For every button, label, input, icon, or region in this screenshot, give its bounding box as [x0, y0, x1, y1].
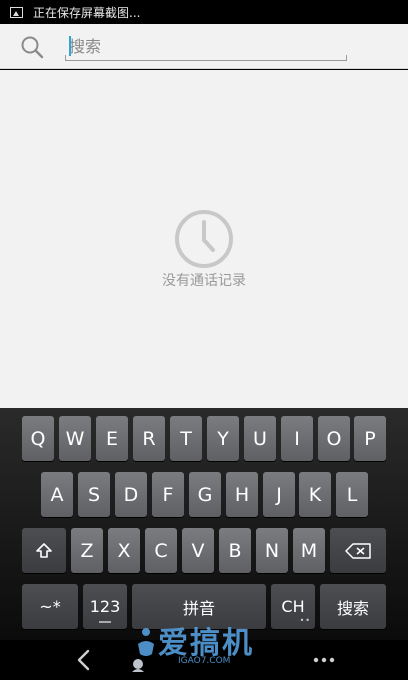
- key-p[interactable]: P: [354, 416, 386, 461]
- shift-key[interactable]: [22, 528, 66, 573]
- search-icon[interactable]: [20, 35, 44, 59]
- key-m[interactable]: M: [293, 528, 325, 573]
- more-dots-icon[interactable]: [312, 652, 336, 668]
- key-i[interactable]: I: [281, 416, 313, 461]
- status-bar: 正在保存屏幕截图...: [0, 0, 408, 24]
- key-n[interactable]: N: [256, 528, 288, 573]
- search-key[interactable]: 搜索: [320, 584, 386, 629]
- key-g[interactable]: G: [189, 472, 221, 517]
- search-field[interactable]: [65, 31, 347, 61]
- watermark-subtext: IGAO7.COM: [178, 656, 231, 666]
- clock-icon: [175, 210, 233, 268]
- key-h[interactable]: H: [226, 472, 258, 517]
- image-icon: [10, 6, 23, 18]
- shift-arrow-icon: [36, 542, 52, 558]
- key-b[interactable]: B: [219, 528, 251, 573]
- watermark-logo: 爱搞机 IGAO7.COM: [130, 618, 280, 678]
- key-r[interactable]: R: [133, 416, 165, 461]
- language-key-label: CH: [281, 597, 305, 616]
- key-s[interactable]: S: [78, 472, 110, 517]
- key-k[interactable]: K: [299, 472, 331, 517]
- text-cursor: [69, 36, 71, 56]
- numbers-key[interactable]: 123: [83, 584, 127, 629]
- search-input[interactable]: [69, 35, 339, 57]
- key-z[interactable]: Z: [71, 528, 103, 573]
- language-key-dots: ••: [299, 616, 311, 625]
- key-c[interactable]: C: [145, 528, 177, 573]
- key-t[interactable]: T: [170, 416, 202, 461]
- screen: 正在保存屏幕截图... 没有通话记录 Q W E R T Y U I O P: [0, 0, 408, 680]
- key-l[interactable]: L: [336, 472, 368, 517]
- key-q[interactable]: Q: [22, 416, 54, 461]
- key-w[interactable]: W: [59, 416, 91, 461]
- empty-call-log-text: 没有通话记录: [162, 273, 246, 289]
- call-log-content: 没有通话记录: [0, 70, 408, 408]
- key-o[interactable]: O: [318, 416, 350, 461]
- numbers-key-label: 123: [89, 597, 121, 616]
- key-v[interactable]: V: [182, 528, 214, 573]
- key-d[interactable]: D: [115, 472, 147, 517]
- key-e[interactable]: E: [96, 416, 128, 461]
- numbers-key-underline: [99, 621, 111, 623]
- key-y[interactable]: Y: [207, 416, 239, 461]
- key-j[interactable]: J: [263, 472, 295, 517]
- key-u[interactable]: U: [244, 416, 276, 461]
- watermark-figure-icon: [132, 628, 154, 672]
- soft-keyboard: Q W E R T Y U I O P A S D F G H J K L Z …: [0, 408, 408, 640]
- key-a[interactable]: A: [41, 472, 73, 517]
- backspace-icon: [345, 542, 371, 559]
- status-text: 正在保存屏幕截图...: [33, 5, 141, 20]
- search-bar: [0, 24, 408, 69]
- key-f[interactable]: F: [152, 472, 184, 517]
- back-arrow-icon[interactable]: [74, 648, 94, 672]
- key-x[interactable]: X: [108, 528, 140, 573]
- backspace-key[interactable]: [330, 528, 386, 573]
- symbols-key[interactable]: ~*: [22, 584, 78, 629]
